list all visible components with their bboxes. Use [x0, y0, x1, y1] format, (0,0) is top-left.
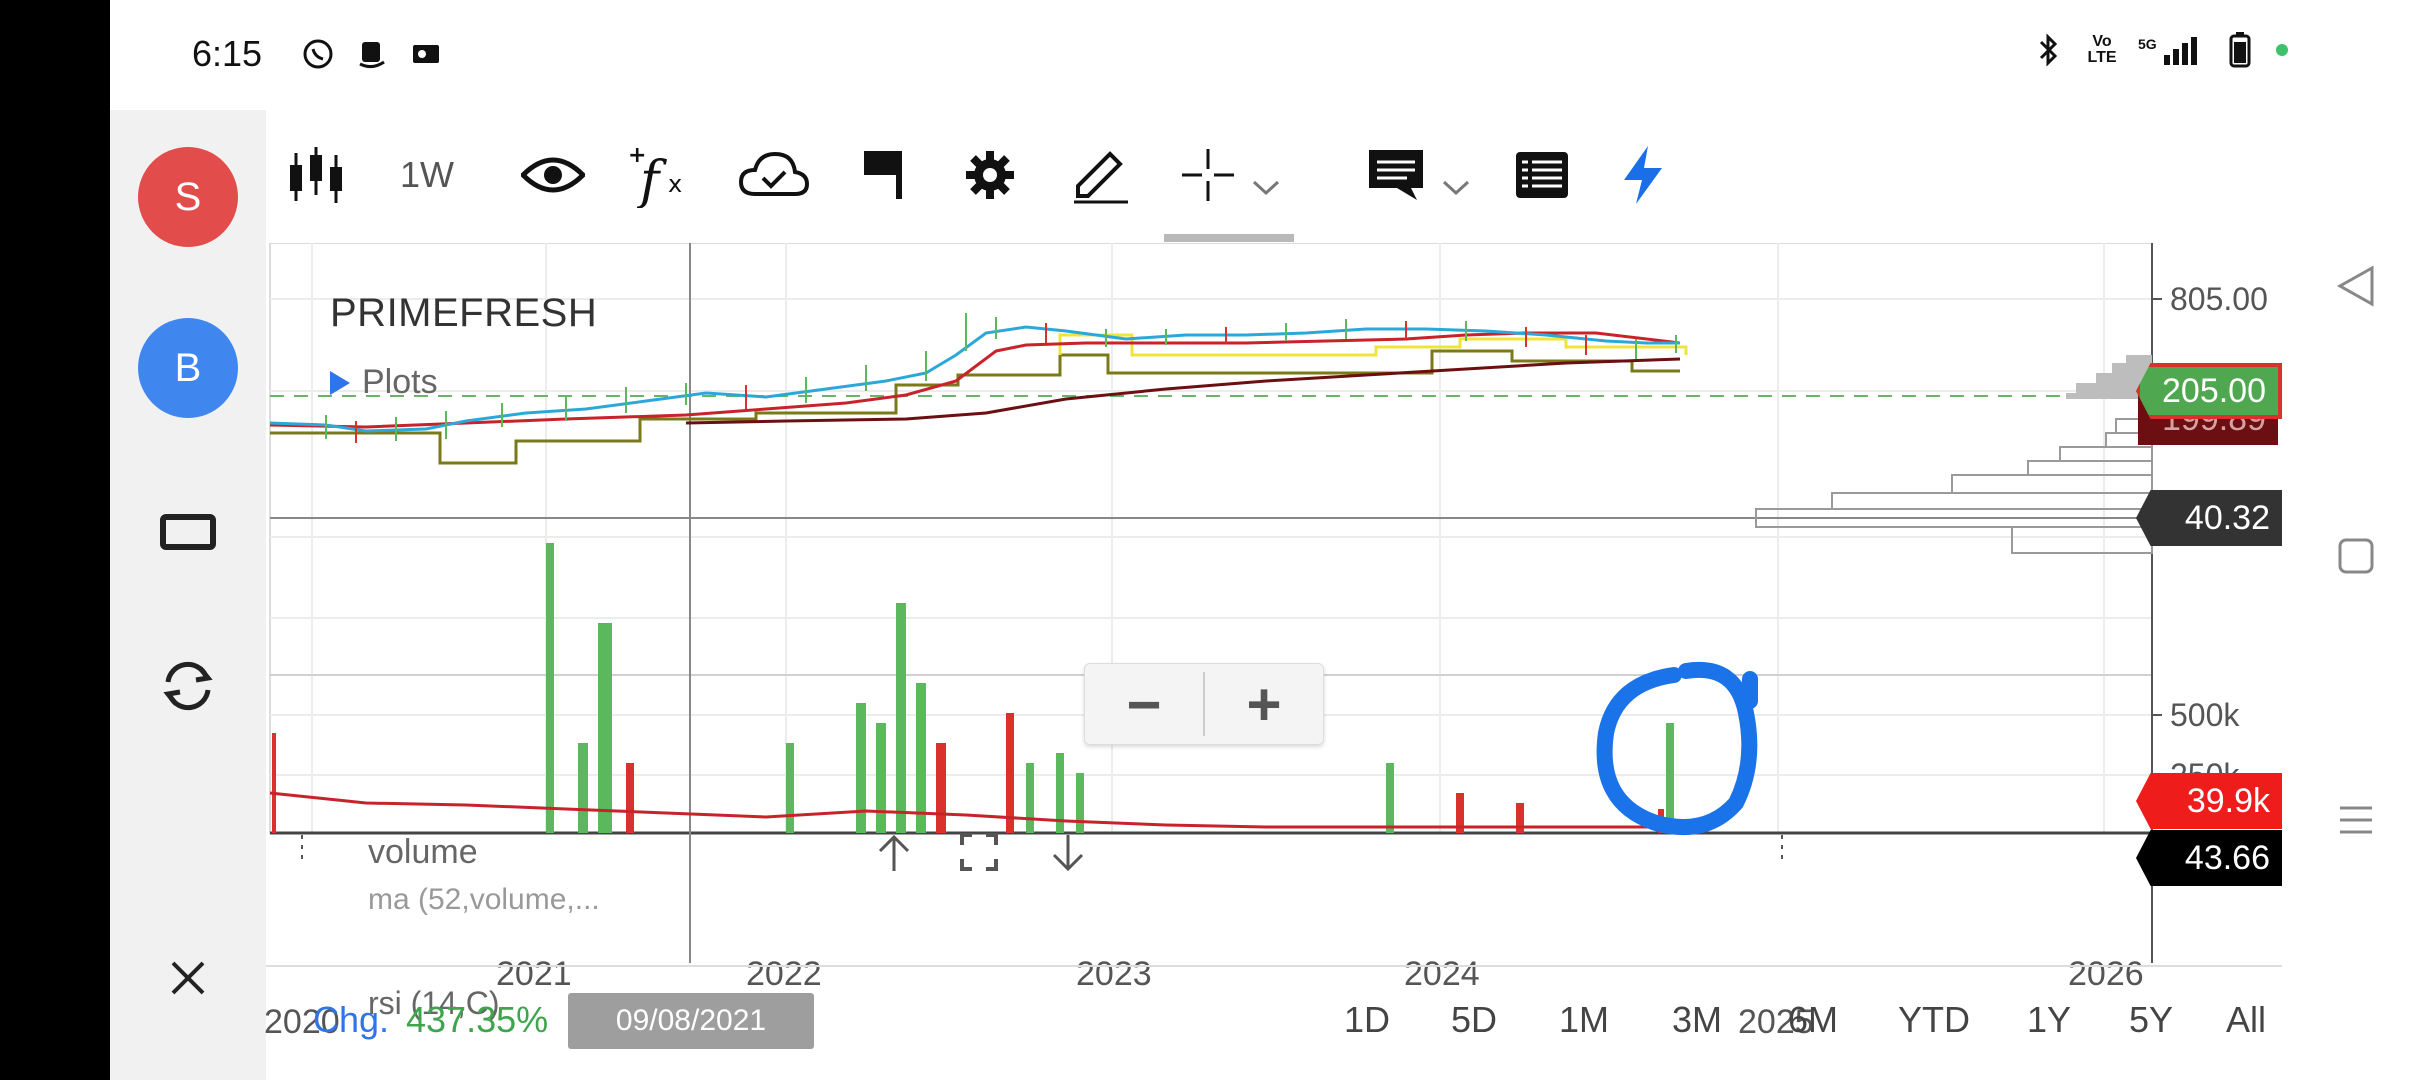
zoom-out-button[interactable]: −	[1085, 664, 1203, 744]
plots-toggle[interactable]: Plots	[330, 363, 438, 402]
ma-label: ma (52,volume,...	[368, 883, 600, 917]
avatar-b[interactable]: B	[138, 318, 238, 418]
home-icon[interactable]	[2330, 530, 2382, 582]
battery-icon	[2222, 32, 2258, 68]
svg-text:f: f	[636, 151, 667, 208]
chart-app: 1W +fx	[266, 110, 2282, 1080]
chevron-down-icon-2[interactable]	[1438, 152, 1474, 222]
crosshair-price-tag: 40.32	[2136, 490, 2282, 546]
move-down-icon[interactable]	[1050, 833, 1086, 882]
range-all[interactable]: All	[2226, 999, 2266, 1041]
range-3m[interactable]: 3M	[1672, 999, 1722, 1041]
pencil-icon[interactable]	[1066, 140, 1136, 210]
active-tool-indicator	[1164, 234, 1294, 242]
chart-area[interactable]: PRIMEFRESH Plots − + volume ma (52,volum…	[266, 243, 2282, 963]
svg-text:x: x	[668, 170, 682, 198]
function-icon[interactable]: +fx	[628, 140, 694, 210]
system-navigation	[2300, 110, 2412, 1080]
volume-axis-label-500k: 500k	[2170, 697, 2239, 734]
volte-icon: VoLTE	[2084, 32, 2120, 68]
chart-toolbar: 1W +fx	[266, 110, 2282, 240]
range-1d[interactable]: 1D	[1344, 999, 1390, 1041]
change-label: Chg.	[313, 999, 389, 1041]
zoom-in-button[interactable]: +	[1205, 664, 1323, 744]
avatar-s[interactable]: S	[138, 147, 238, 247]
change-value: 437.35%	[406, 999, 548, 1041]
fullscreen-icon[interactable]	[960, 833, 998, 880]
gear-icon[interactable]	[960, 140, 1020, 210]
price-axis-label: 805.00	[2170, 281, 2268, 318]
close-icon[interactable]	[158, 948, 218, 1008]
status-system-icons: VoLTE 5G	[2030, 32, 2288, 68]
range-ytd[interactable]: YTD	[1898, 999, 1970, 1041]
flag-icon[interactable]	[856, 140, 910, 210]
candlestick-icon[interactable]	[286, 140, 346, 210]
range-bar: Chg. 437.35% 1D 5D 1M 3M 6M YTD 1Y 5Y Al…	[266, 965, 2282, 1075]
list-icon[interactable]	[1512, 140, 1572, 210]
range-6m[interactable]: 6M	[1788, 999, 1838, 1041]
status-bar: 6:15 VoLTE 5G	[110, 0, 2300, 110]
move-up-icon[interactable]	[876, 833, 912, 882]
app-sidebar: S B	[110, 110, 266, 1080]
chevron-down-icon[interactable]	[1248, 152, 1284, 222]
range-1y[interactable]: 1Y	[2027, 999, 2071, 1041]
notification-dot-icon	[2276, 44, 2288, 56]
window-icon[interactable]	[158, 502, 218, 562]
range-5y[interactable]: 5Y	[2129, 999, 2173, 1041]
volume-tag: 39.9k	[2136, 773, 2282, 829]
back-icon[interactable]	[2330, 260, 2382, 312]
price-chart-canvas[interactable]	[266, 243, 2282, 963]
zoom-controls: − +	[1084, 663, 1324, 745]
crosshair-icon[interactable]	[1178, 140, 1238, 210]
range-1m[interactable]: 1M	[1559, 999, 1609, 1041]
range-5d[interactable]: 5D	[1451, 999, 1497, 1041]
symbol-title: PRIMEFRESH	[330, 291, 597, 336]
plots-label: Plots	[362, 363, 438, 402]
photo-icon	[408, 36, 444, 72]
comment-icon[interactable]	[1366, 140, 1426, 210]
lightning-icon[interactable]	[1618, 140, 1668, 210]
menu-icon[interactable]	[2330, 794, 2382, 846]
bluetooth-icon	[2030, 32, 2066, 68]
expand-triangle-icon	[330, 371, 350, 395]
last-price-tag: 205.00	[2136, 363, 2282, 419]
interval-selector[interactable]: 1W	[392, 140, 462, 210]
volume-label: volume	[368, 833, 478, 872]
cloud-icon[interactable]	[736, 140, 812, 210]
status-app-icons	[300, 36, 444, 72]
amazon-icon	[354, 36, 390, 72]
5g-signal-icon: 5G	[2138, 32, 2204, 68]
refresh-icon[interactable]	[158, 656, 218, 716]
svg-text:5G: 5G	[2138, 36, 2157, 52]
rsi-tag: 43.66	[2136, 830, 2282, 886]
eye-icon[interactable]	[520, 140, 586, 210]
whatsapp-icon	[300, 36, 336, 72]
status-time: 6:15	[192, 33, 262, 75]
screen-left-edge	[0, 0, 110, 1080]
